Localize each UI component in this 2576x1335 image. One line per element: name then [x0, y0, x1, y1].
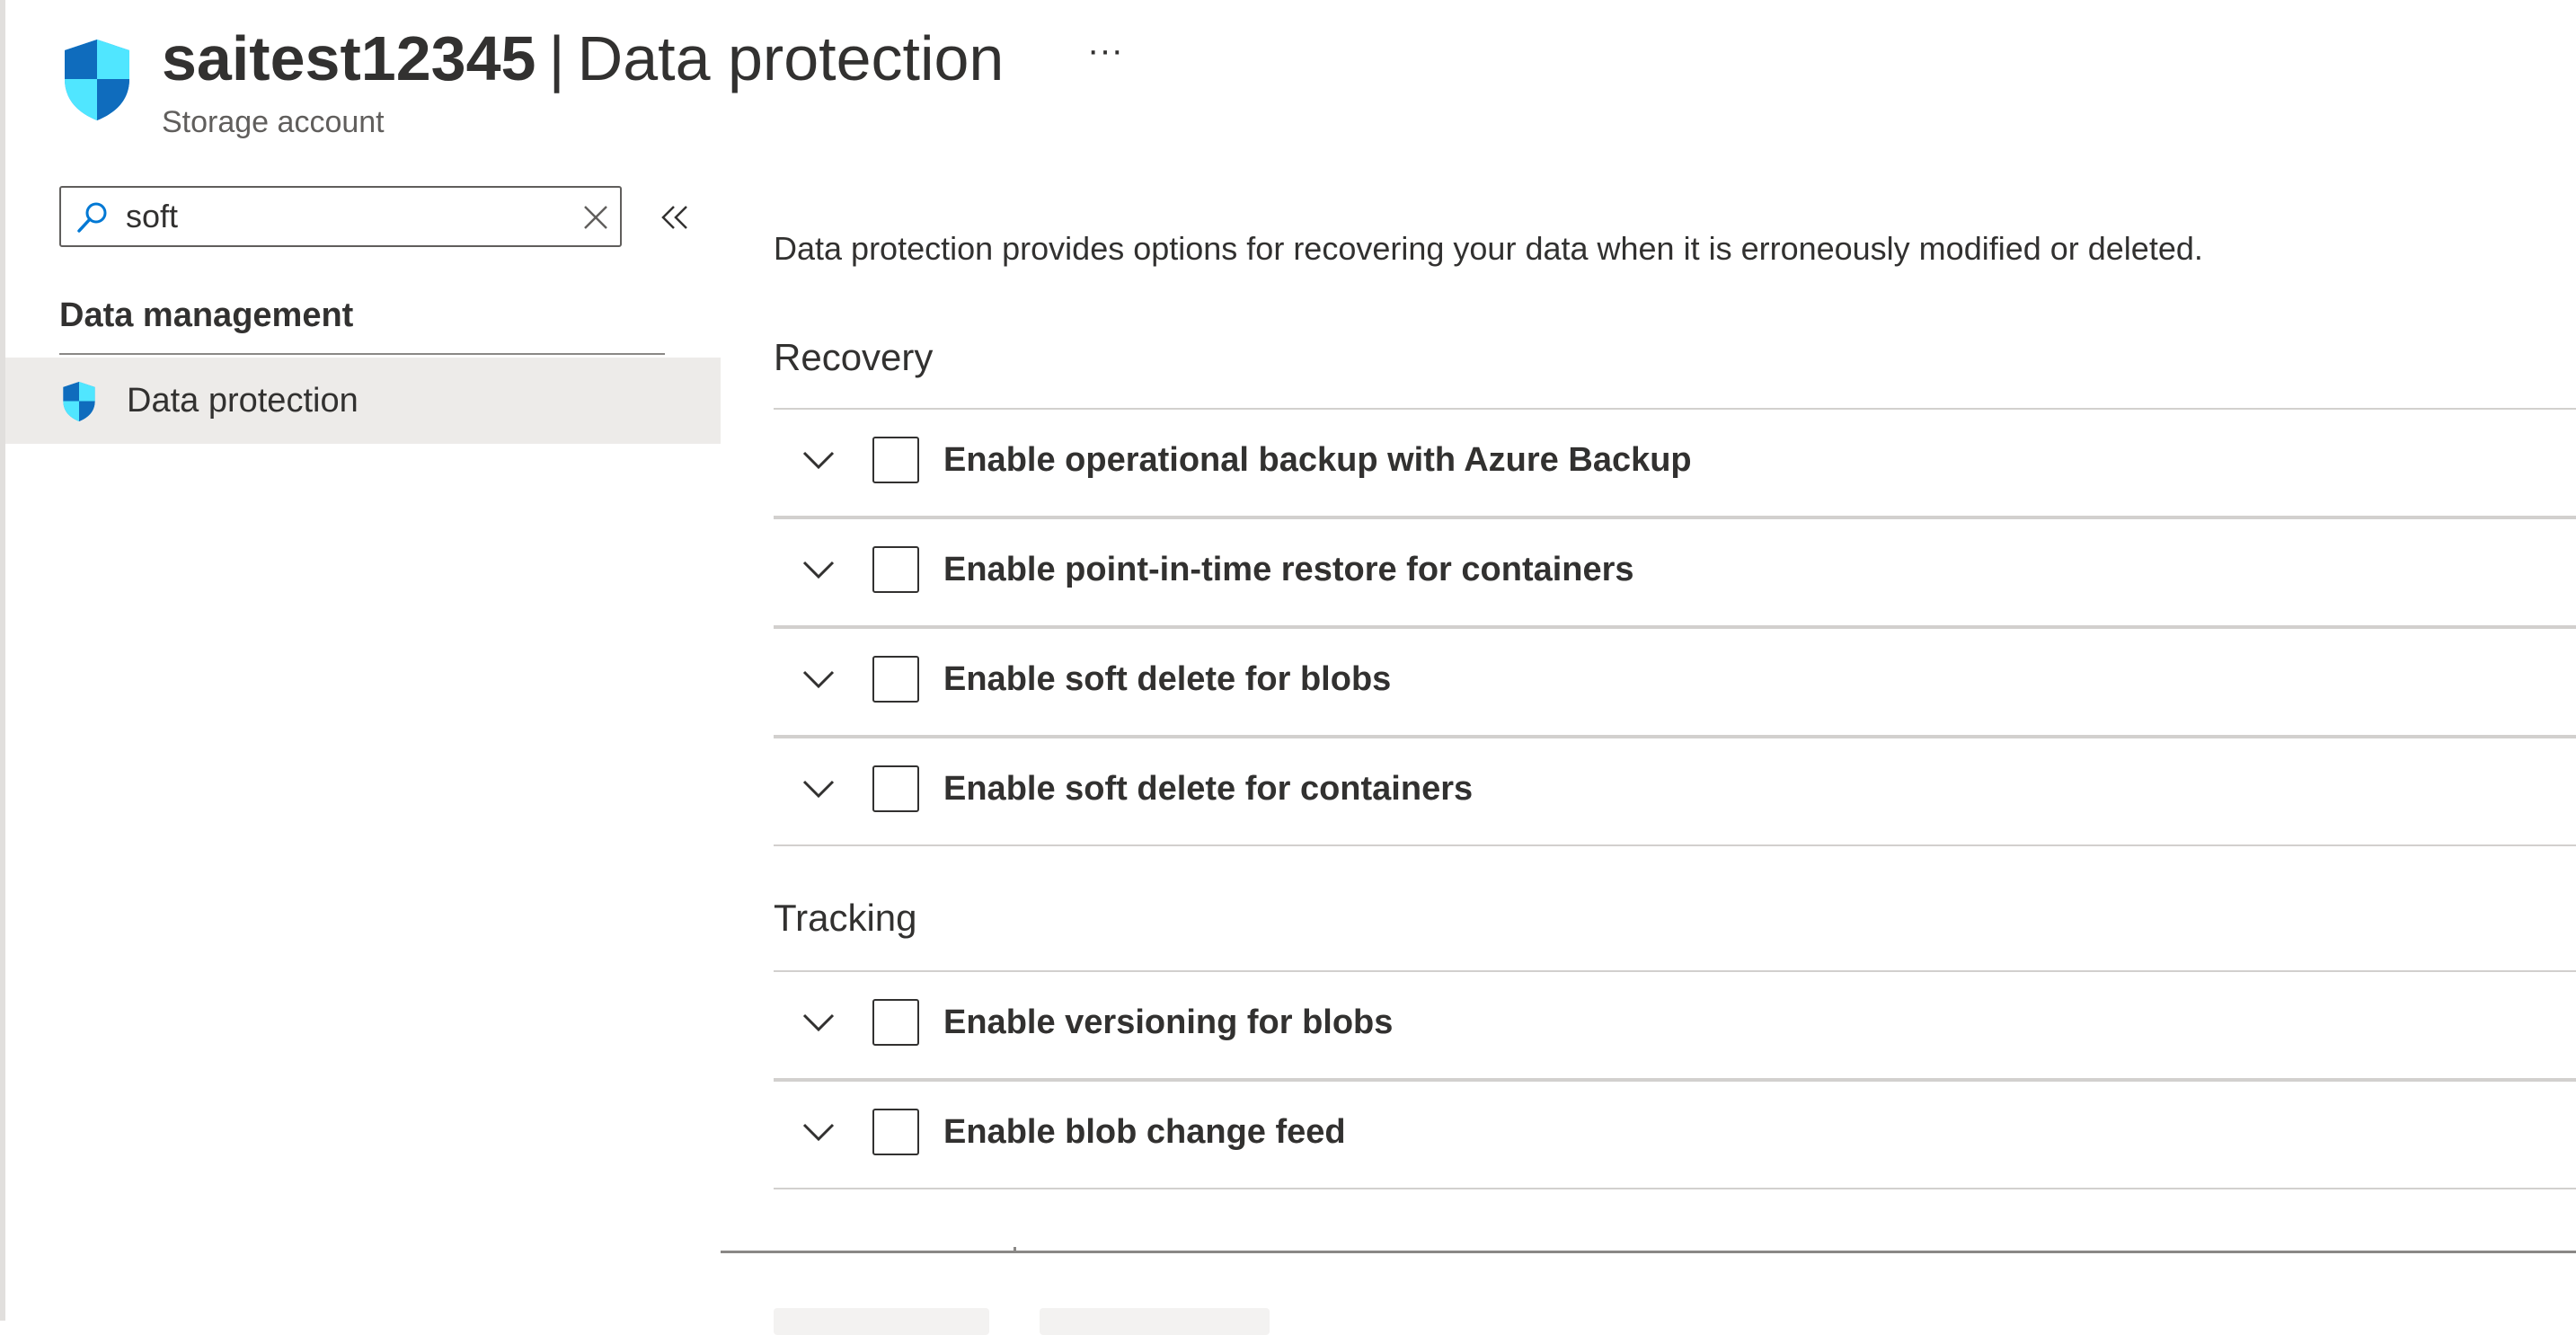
resource-name: saitest12345: [162, 23, 536, 93]
shield-icon: [65, 40, 129, 120]
chevron-down-icon[interactable]: [801, 667, 837, 692]
option-row-point-in-time-restore[interactable]: Enable point-in-time restore for contain…: [774, 519, 2576, 629]
chevron-down-icon[interactable]: [801, 447, 837, 473]
option-label: Enable soft delete for blobs: [943, 660, 1392, 698]
checkbox[interactable]: [872, 437, 919, 483]
option-row-change-feed[interactable]: Enable blob change feed: [774, 1082, 2576, 1189]
sidebar-item-label: Data protection: [127, 382, 359, 420]
checkbox[interactable]: [872, 999, 919, 1046]
shield-icon: [63, 381, 95, 422]
page-title: saitest12345 | Data protection: [162, 20, 1004, 97]
footer-divider-mark: [1014, 1247, 1016, 1251]
resource-type: Storage account: [162, 105, 385, 139]
checkbox[interactable]: [872, 656, 919, 703]
page-header: saitest12345 | Data protection Storage acc…: [0, 0, 2576, 153]
checkbox[interactable]: [872, 1109, 919, 1155]
option-label: Enable point-in-time restore for contain…: [943, 551, 1634, 588]
discard-button[interactable]: [1040, 1308, 1270, 1335]
more-actions-button[interactable]: ···: [1078, 32, 1132, 77]
option-label: Enable versioning for blobs: [943, 1003, 1394, 1041]
blade-name: Data protection: [577, 23, 1005, 93]
collapse-menu-icon[interactable]: [658, 199, 694, 235]
checkbox[interactable]: [872, 765, 919, 812]
option-row-soft-delete-containers[interactable]: Enable soft delete for containers: [774, 738, 2576, 846]
option-label: Enable blob change feed: [943, 1113, 1346, 1151]
save-button[interactable]: [774, 1308, 989, 1335]
option-row-operational-backup[interactable]: Enable operational backup with Azure Bac…: [774, 410, 2576, 519]
chevron-down-icon[interactable]: [801, 776, 837, 801]
option-row-soft-delete-blobs[interactable]: Enable soft delete for blobs: [774, 629, 2576, 738]
section-title-tracking: Tracking: [774, 897, 917, 939]
tracking-options-list: Enable versioning for blobs Enable blob …: [774, 970, 2576, 1189]
title-separator: |: [548, 23, 565, 93]
sidebar-item-data-protection[interactable]: Data protection: [5, 358, 721, 444]
option-row-versioning[interactable]: Enable versioning for blobs: [774, 972, 2576, 1082]
recovery-options-list: Enable operational backup with Azure Bac…: [774, 408, 2576, 846]
window-left-edge: [0, 0, 5, 1321]
menu-group-label: Data management: [59, 296, 354, 334]
menu-group-divider: [59, 353, 665, 355]
section-title-recovery: Recovery: [774, 336, 934, 378]
menu-search-box[interactable]: [59, 186, 622, 247]
chevron-down-icon[interactable]: [801, 1010, 837, 1035]
page-description: Data protection provides options for rec…: [774, 230, 2203, 267]
chevron-down-icon[interactable]: [801, 1119, 837, 1145]
checkbox[interactable]: [872, 546, 919, 593]
clear-icon[interactable]: [580, 202, 611, 233]
footer-divider: [721, 1251, 2576, 1253]
search-input[interactable]: [126, 195, 539, 238]
chevron-down-icon[interactable]: [801, 557, 837, 582]
search-icon: [77, 202, 107, 233]
option-label: Enable soft delete for containers: [943, 770, 1474, 808]
option-label: Enable operational backup with Azure Bac…: [943, 441, 1692, 479]
